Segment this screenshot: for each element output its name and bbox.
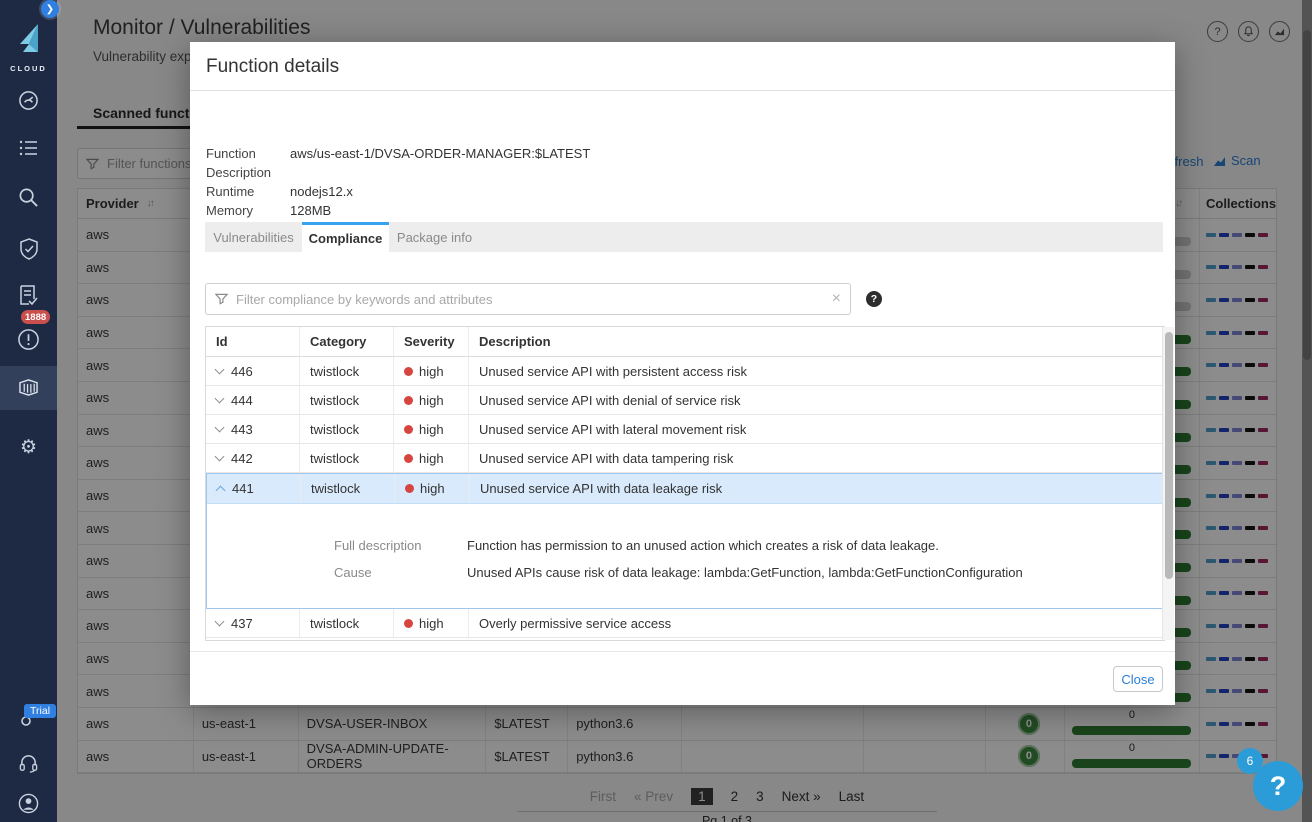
row-441-details: Full description Function has permission…	[207, 504, 1163, 608]
table-scrollbar[interactable]	[1162, 327, 1174, 640]
table-scrollbar-thumb[interactable]	[1165, 332, 1173, 579]
chevron-down-icon[interactable]	[214, 422, 225, 432]
sidebar-item-search[interactable]	[0, 187, 57, 208]
close-button[interactable]: Close	[1113, 666, 1163, 692]
severity-dot	[404, 453, 413, 463]
funnel-icon	[215, 293, 228, 305]
sidebar-item-defend[interactable]	[0, 238, 57, 260]
detail-function: Function aws/us-east-1/DVSA-ORDER-MANAGER…	[206, 146, 591, 161]
tab-compliance[interactable]: Compliance	[302, 222, 389, 252]
compliance-row-441[interactable]: 441 twistlock high Unused service API wi…	[207, 474, 1163, 504]
chevron-down-icon[interactable]	[214, 364, 225, 374]
chevron-down-icon[interactable]	[214, 393, 225, 403]
severity-dot	[404, 424, 413, 434]
detail-memory: Memory 128MB	[206, 203, 332, 218]
sidebar-item-alerts[interactable]	[0, 328, 57, 351]
severity-dot	[404, 395, 413, 405]
compliance-row-437[interactable]: 437 twistlock high Overly permissive ser…	[206, 609, 1164, 638]
sidebar-collapse-toggle[interactable]: ❯	[41, 0, 59, 18]
expanded-row-group: 441 twistlock high Unused service API wi…	[206, 473, 1164, 609]
compliance-table: Id Category Severity Description 446 twi…	[205, 326, 1165, 641]
col-description[interactable]: Description	[469, 327, 1164, 356]
compliance-row-446[interactable]: 446 twistlock high Unused service API wi…	[206, 357, 1164, 386]
full-description-value: Function has permission to an unused act…	[467, 538, 939, 553]
severity-dot	[405, 484, 414, 493]
chevron-down-icon[interactable]	[214, 616, 225, 626]
compliance-table-header: Id Category Severity Description	[206, 327, 1164, 357]
compliance-row-443[interactable]: 443 twistlock high Unused service API wi…	[206, 415, 1164, 444]
detail-description: Description	[206, 165, 272, 180]
function-details-modal: Function details Function aws/us-east-1/D…	[190, 42, 1175, 705]
detail-runtime: Runtime nodejs12.x	[206, 184, 353, 199]
chevron-up-icon[interactable]	[215, 485, 226, 496]
cause-value: Unused APIs cause risk of data leakage: …	[467, 565, 1023, 580]
cause-label: Cause	[334, 565, 372, 580]
app-logo	[0, 22, 57, 56]
sidebar-item-user[interactable]	[0, 793, 57, 814]
logo-text: CLOUD	[10, 64, 47, 73]
help-question-icon[interactable]: ?	[1253, 761, 1303, 811]
clear-filter-icon[interactable]: ×	[832, 291, 841, 307]
compliance-row-444[interactable]: 444 twistlock high Unused service API wi…	[206, 386, 1164, 415]
col-severity[interactable]: Severity	[394, 327, 469, 356]
tab-vulnerabilities[interactable]: Vulnerabilities	[205, 222, 302, 252]
modal-tabs: Vulnerabilities Compliance Package info	[205, 222, 1163, 252]
screen: Monitor / Vulnerabilities Vulnerability …	[0, 0, 1312, 822]
sidebar-item-containers[interactable]	[0, 378, 57, 397]
modal-title: Function details	[206, 56, 340, 77]
col-id[interactable]: Id	[206, 327, 300, 356]
compliance-filter-input[interactable]	[236, 291, 824, 307]
chevron-down-icon[interactable]	[214, 451, 225, 461]
sidebar-item-settings[interactable]: ⚙︎	[0, 436, 57, 459]
full-description-label: Full description	[334, 538, 422, 553]
trial-badge: Trial	[24, 704, 57, 718]
sidebar-item-dashboard[interactable]	[0, 90, 57, 111]
compliance-row-442[interactable]: 442 twistlock high Unused service API wi…	[206, 444, 1164, 473]
sidebar-item-support[interactable]	[0, 753, 57, 774]
sidebar: CLOUD 1888 ⚙︎ Trial	[0, 0, 57, 822]
alerts-badge: 1888	[21, 310, 51, 324]
sidebar-item-compliance[interactable]	[0, 285, 57, 306]
filter-help-icon[interactable]: ?	[866, 291, 882, 307]
help-widget[interactable]: 6 ?	[1228, 736, 1308, 816]
tab-package-info[interactable]: Package info	[389, 222, 480, 252]
col-category[interactable]: Category	[300, 327, 394, 356]
sidebar-item-policies[interactable]	[0, 139, 57, 157]
severity-dot	[404, 618, 413, 628]
severity-dot	[404, 366, 413, 376]
compliance-filter[interactable]: ×	[205, 283, 851, 315]
